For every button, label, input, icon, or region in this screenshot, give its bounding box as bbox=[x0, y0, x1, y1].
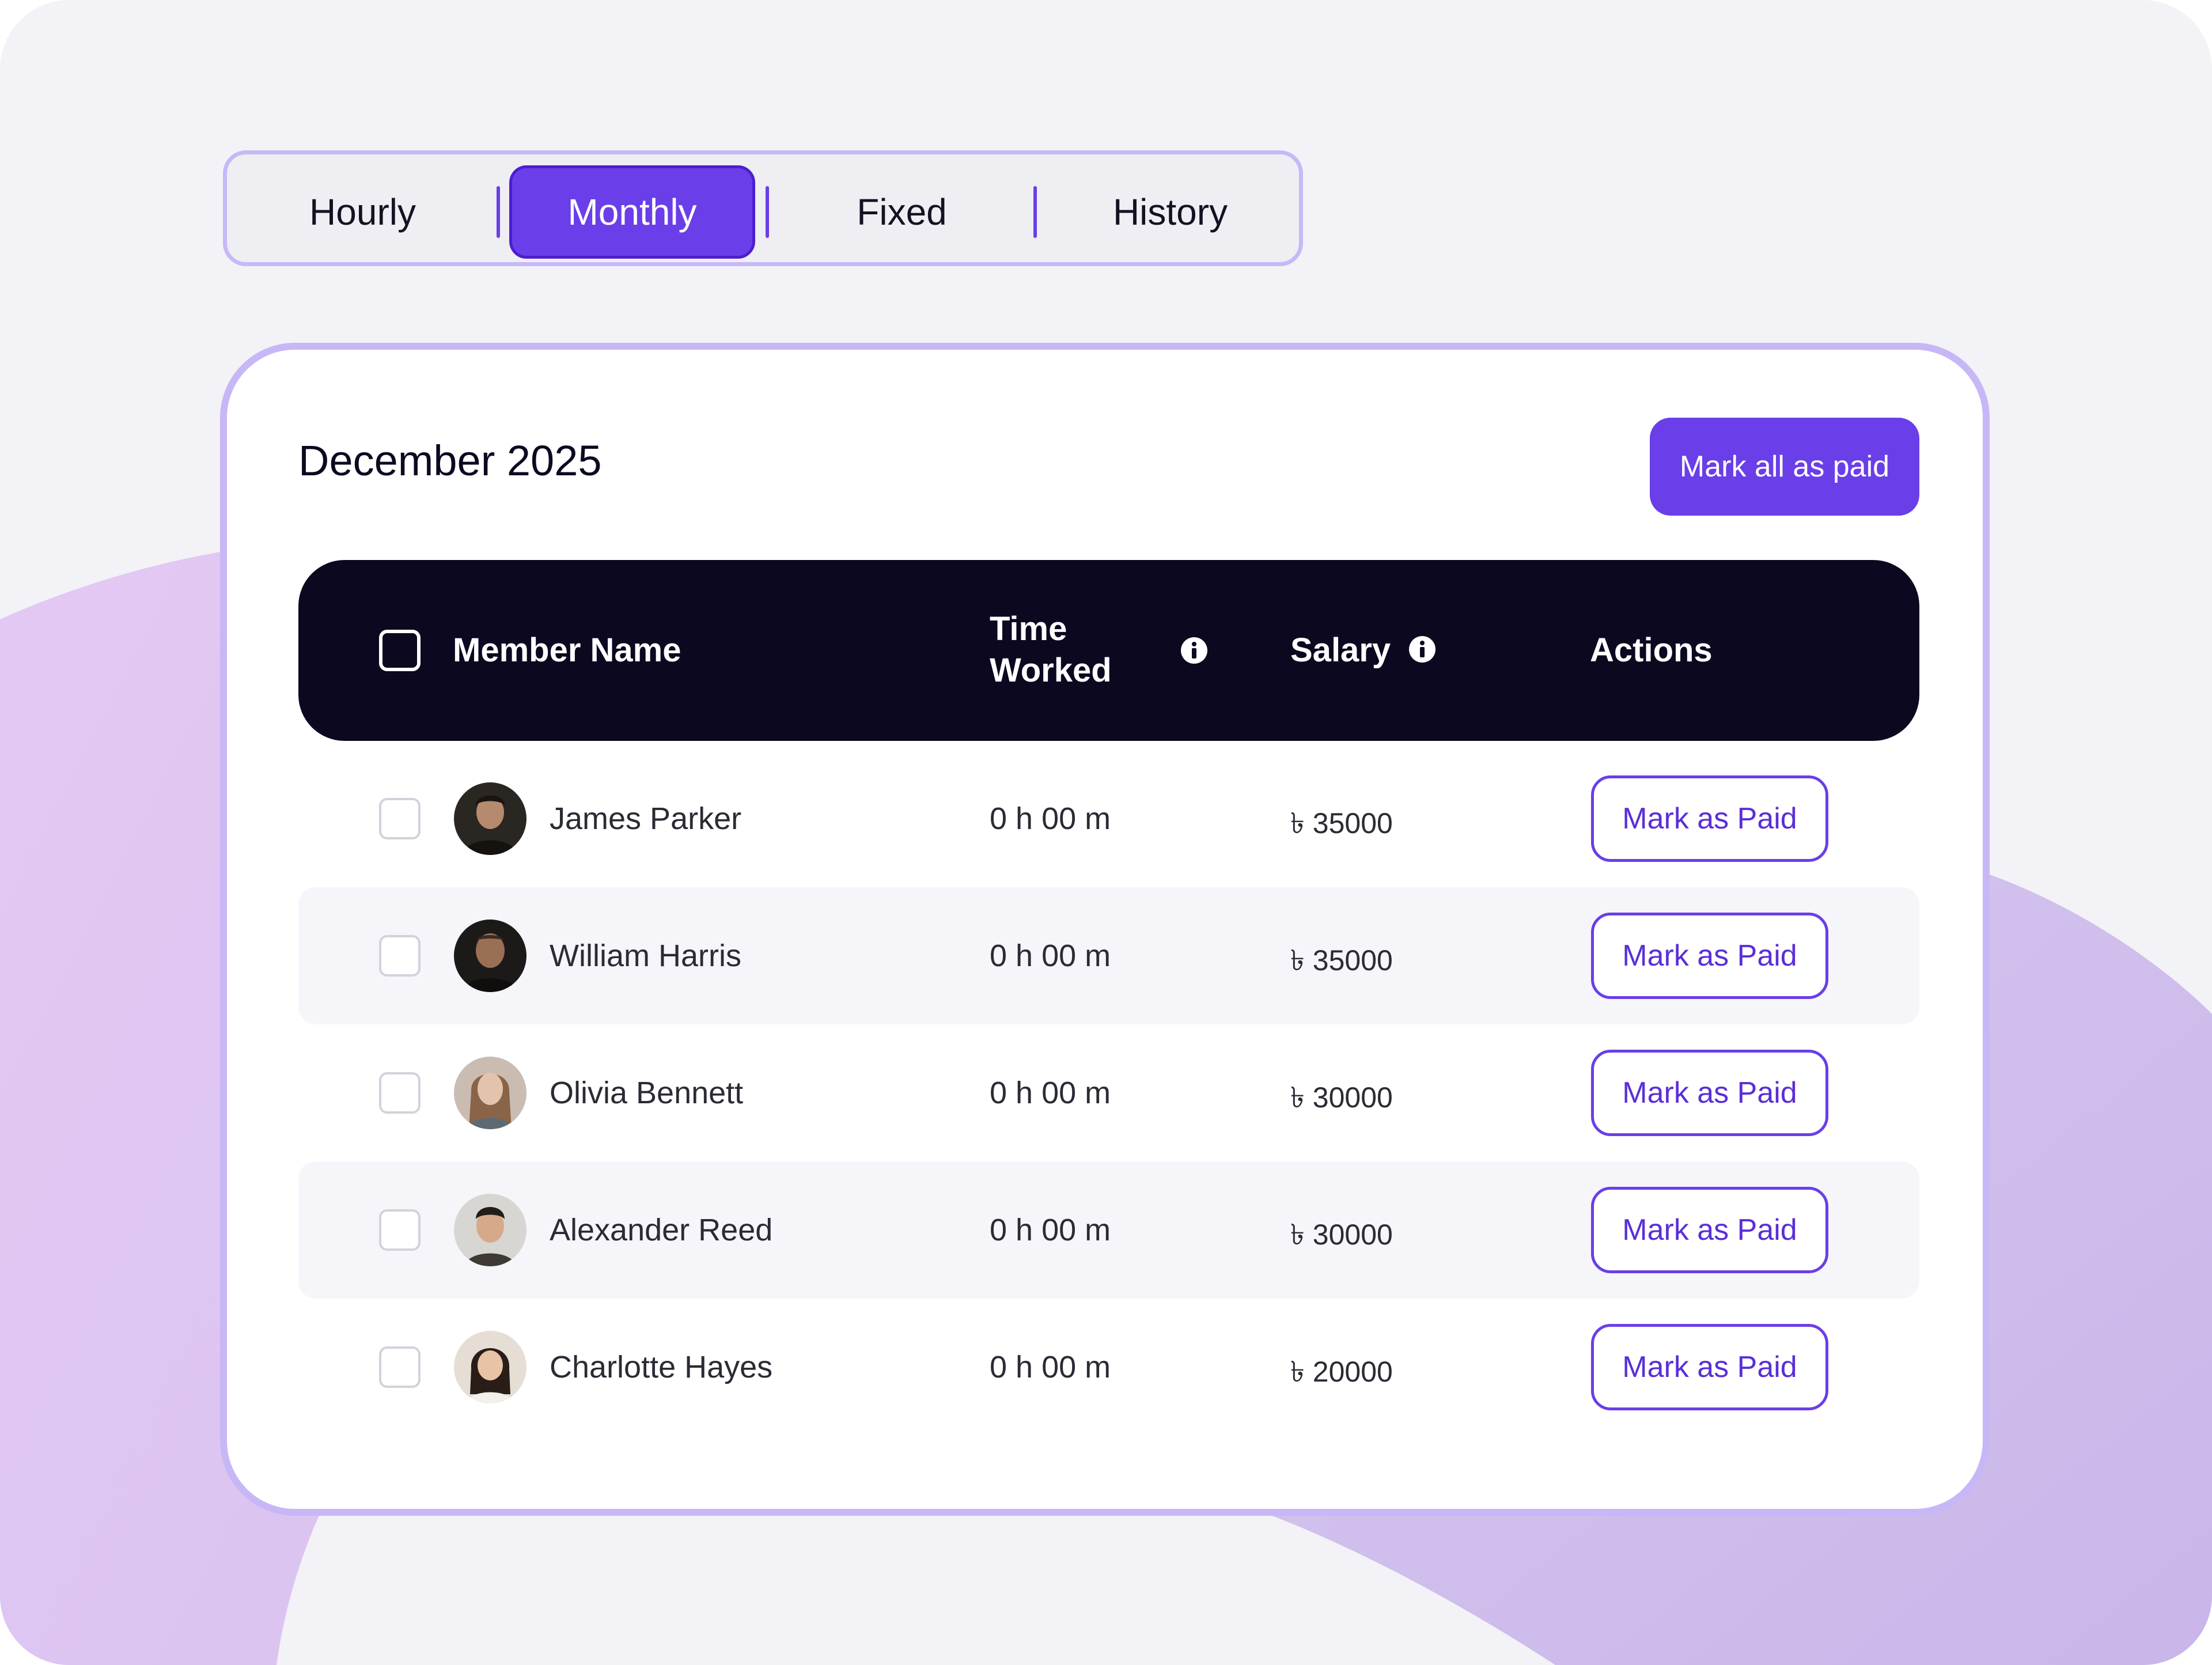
member-name: James Parker bbox=[550, 801, 742, 836]
member-name: Alexander Reed bbox=[550, 1213, 773, 1247]
tab-fixed[interactable]: Fixed bbox=[779, 165, 1025, 259]
salary-value: ৳ 30000 bbox=[1290, 1219, 1393, 1251]
salary-value: ৳ 30000 bbox=[1290, 1081, 1393, 1114]
salary-info-icon[interactable] bbox=[1408, 635, 1436, 663]
avatar bbox=[454, 1194, 527, 1266]
time-worked: 0 h 00 m bbox=[990, 1350, 1111, 1384]
salary-value: ৳ 35000 bbox=[1290, 944, 1393, 977]
column-header-time-worked: Time Worked bbox=[990, 608, 1112, 691]
row-checkbox[interactable] bbox=[379, 1346, 421, 1388]
row-checkbox[interactable] bbox=[379, 1209, 421, 1251]
salary-value: ৳ 35000 bbox=[1290, 807, 1393, 839]
table-row: Alexander Reed 0 h 00 m ৳ 30000 Mark as … bbox=[298, 1161, 1919, 1299]
column-header-salary: Salary bbox=[1290, 631, 1391, 669]
row-checkbox[interactable] bbox=[379, 935, 421, 977]
row-checkbox[interactable] bbox=[379, 1072, 421, 1114]
table-row: William Harris 0 h 00 m ৳ 35000 Mark as … bbox=[298, 887, 1919, 1024]
payroll-tab-bar: Hourly Monthly Fixed History bbox=[223, 150, 1303, 266]
row-checkbox[interactable] bbox=[379, 798, 421, 839]
table-row: Olivia Bennett 0 h 00 m ৳ 30000 Mark as … bbox=[298, 1024, 1919, 1161]
tab-history[interactable]: History bbox=[1047, 165, 1293, 259]
table-row: James Parker 0 h 00 m ৳ 35000 Mark as Pa… bbox=[298, 750, 1919, 887]
tab-divider bbox=[1033, 186, 1037, 238]
mark-all-paid-button[interactable]: Mark all as paid bbox=[1650, 418, 1919, 516]
member-name: William Harris bbox=[550, 939, 741, 973]
column-header-time-worked-line2: Worked bbox=[990, 652, 1112, 689]
time-worked: 0 h 00 m bbox=[990, 939, 1111, 973]
mark-as-paid-button[interactable]: Mark as Paid bbox=[1591, 1187, 1828, 1273]
time-worked: 0 h 00 m bbox=[990, 1213, 1111, 1247]
time-info-icon[interactable] bbox=[1180, 637, 1208, 664]
table-header: Member Name Time Worked Salary Actions bbox=[298, 560, 1919, 741]
avatar bbox=[454, 1057, 527, 1129]
mark-as-paid-button[interactable]: Mark as Paid bbox=[1591, 913, 1828, 999]
tab-monthly[interactable]: Monthly bbox=[509, 165, 755, 259]
column-header-member-name: Member Name bbox=[453, 631, 681, 669]
time-worked: 0 h 00 m bbox=[990, 1076, 1111, 1110]
avatar bbox=[454, 919, 527, 992]
tab-divider bbox=[766, 186, 769, 238]
tab-hourly[interactable]: Hourly bbox=[240, 165, 486, 259]
mark-as-paid-button[interactable]: Mark as Paid bbox=[1591, 1324, 1828, 1410]
column-header-actions: Actions bbox=[1590, 631, 1713, 669]
column-header-time-worked-line1: Time bbox=[990, 610, 1067, 648]
payroll-card: December 2025 Mark all as paid Member Na… bbox=[220, 343, 1990, 1516]
time-worked: 0 h 00 m bbox=[990, 801, 1111, 836]
avatar bbox=[454, 1331, 527, 1403]
mark-as-paid-button[interactable]: Mark as Paid bbox=[1591, 1050, 1828, 1136]
salary-value: ৳ 20000 bbox=[1290, 1356, 1393, 1388]
table-row: Charlotte Hayes 0 h 00 m ৳ 20000 Mark as… bbox=[298, 1299, 1919, 1436]
avatar bbox=[454, 782, 527, 855]
mark-as-paid-button[interactable]: Mark as Paid bbox=[1591, 775, 1828, 862]
member-name: Olivia Bennett bbox=[550, 1076, 744, 1110]
app-frame: Hourly Monthly Fixed History December 20… bbox=[0, 0, 2212, 1665]
page-title: December 2025 bbox=[298, 437, 602, 485]
select-all-checkbox[interactable] bbox=[379, 630, 421, 671]
tab-divider bbox=[497, 186, 500, 238]
member-name: Charlotte Hayes bbox=[550, 1350, 773, 1384]
